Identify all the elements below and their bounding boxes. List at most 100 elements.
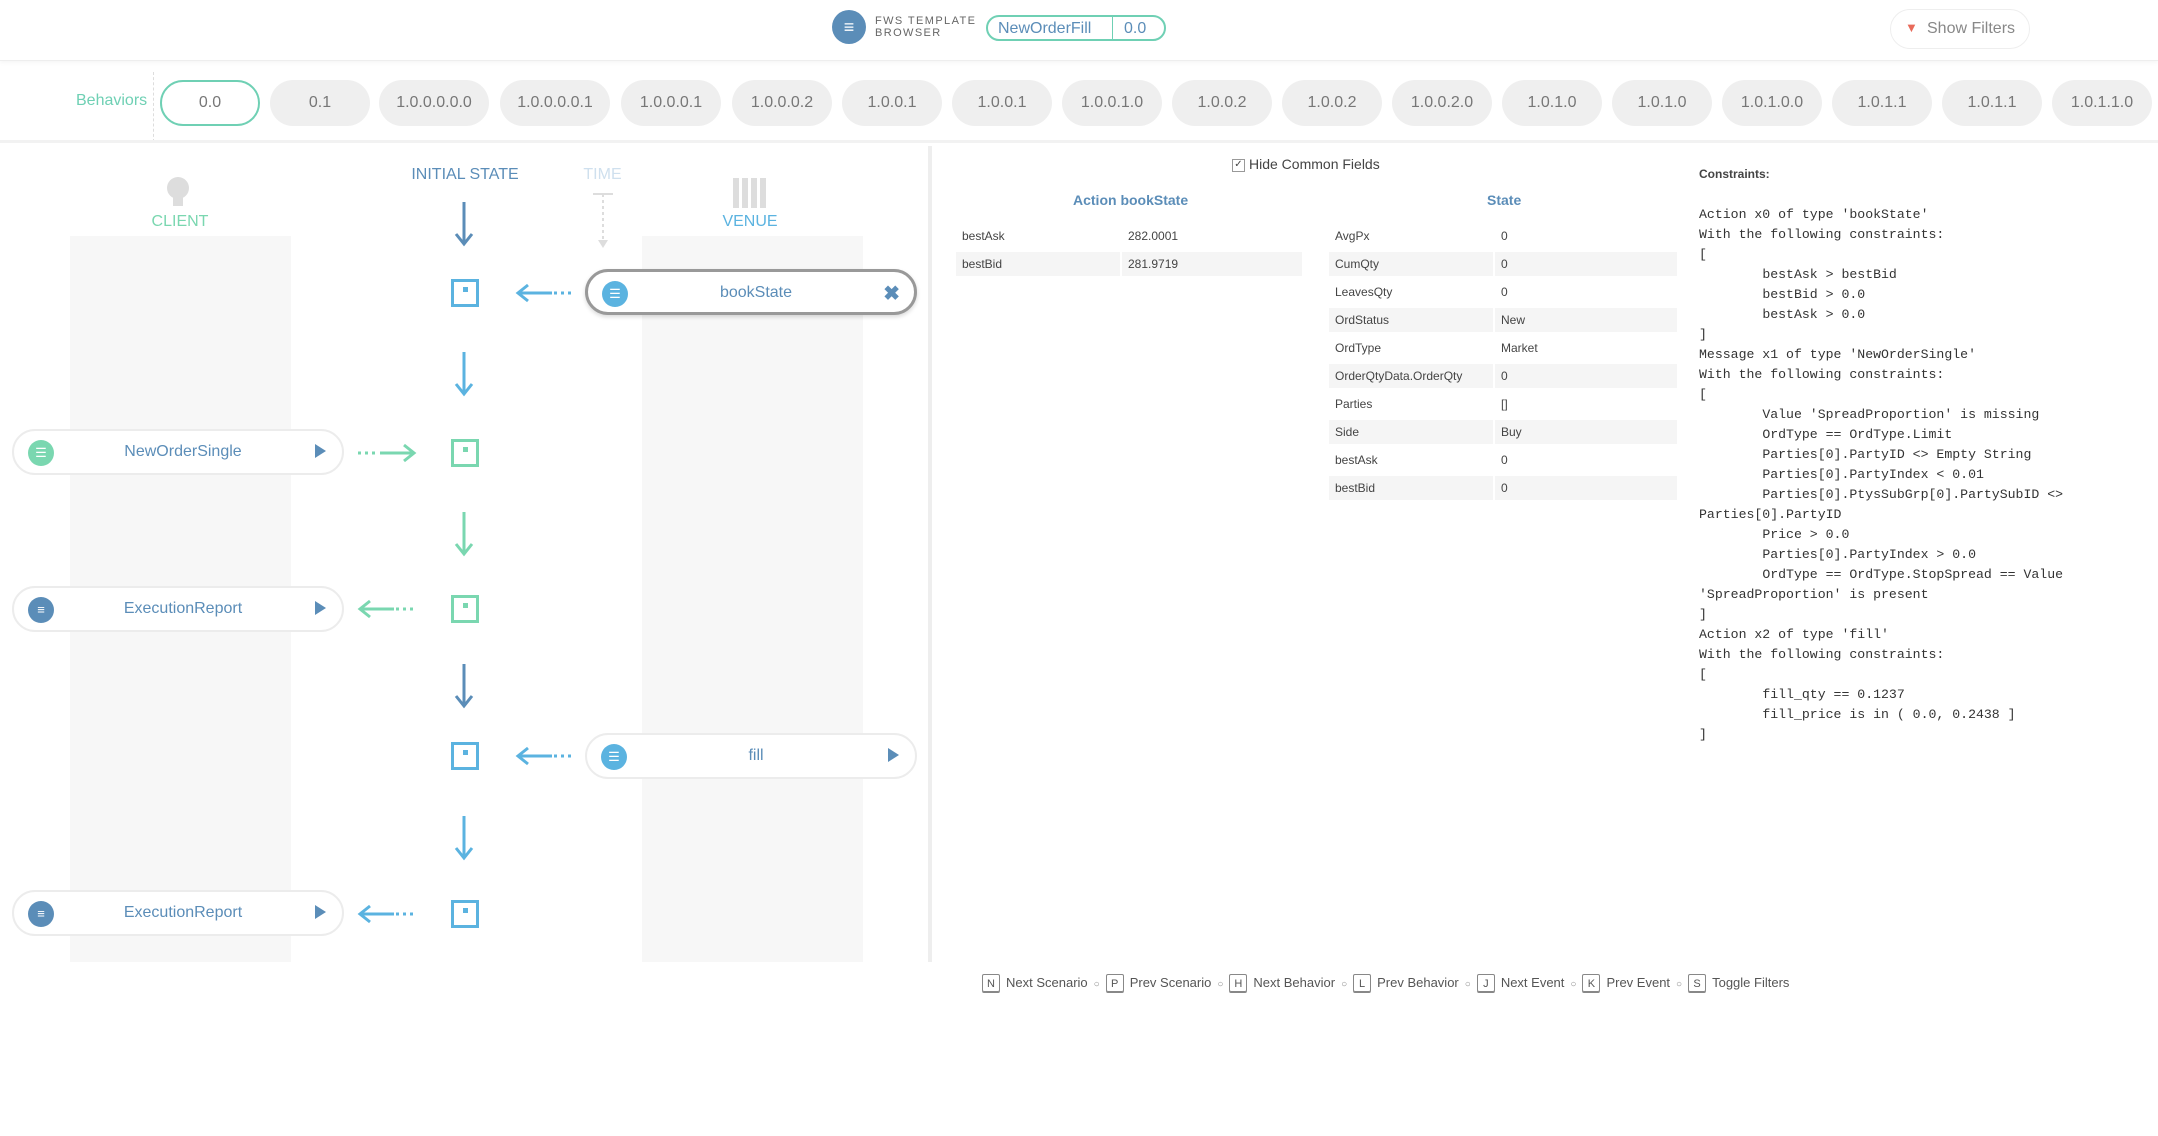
behavior-pill[interactable]: 1.0.0.1: [842, 80, 942, 126]
hide-common-label: Hide Common Fields: [1249, 156, 1380, 172]
arrow-left-icon: [357, 904, 416, 924]
behavior-pill[interactable]: 1.0.0.0.1: [621, 80, 721, 126]
state-node[interactable]: [451, 439, 479, 467]
venue-icon: [733, 178, 766, 208]
behavior-pill[interactable]: 1.0.0.2: [1282, 80, 1382, 126]
shortcut-separator-icon: ○: [1676, 979, 1683, 990]
shortcut-item: K Prev Event: [1582, 974, 1670, 992]
field-value: Buy: [1495, 420, 1677, 444]
state-node[interactable]: [451, 900, 479, 928]
event-fill[interactable]: ☰ fill: [585, 733, 917, 779]
state-node[interactable]: [451, 279, 479, 307]
behavior-pill[interactable]: 1.0.1.0: [1502, 80, 1602, 126]
behaviors-divider: [153, 72, 154, 142]
state-node[interactable]: [451, 742, 479, 770]
event-bookstate[interactable]: ☰ bookState ✖: [585, 269, 917, 315]
behavior-pill[interactable]: 1.0.0.2: [1172, 80, 1272, 126]
field-key: bestBid: [1329, 476, 1493, 500]
state-field-row: OrdStatus New: [1329, 308, 1677, 332]
shortcut-key: S: [1688, 974, 1707, 992]
event-name: fill: [748, 747, 764, 764]
behavior-pill[interactable]: 1.0.1.1: [1942, 80, 2042, 126]
field-value: []: [1501, 397, 1508, 411]
play-icon[interactable]: [315, 444, 326, 458]
list-icon: ≡: [28, 597, 54, 623]
shortcut-label: Next Scenario: [1006, 975, 1088, 990]
play-icon[interactable]: [315, 601, 326, 615]
template-name: NewOrderFill: [998, 20, 1092, 37]
event-executionreport[interactable]: ≡ ExecutionReport: [12, 586, 344, 632]
behavior-pill[interactable]: 0.1: [270, 80, 370, 126]
behavior-pill[interactable]: 1.0.0.1: [952, 80, 1052, 126]
field-value: New: [1495, 308, 1677, 332]
keyboard-shortcuts: N Next Scenario ○ P Prev Scenario ○ H Next Beha…: [982, 974, 1791, 992]
state-field-row: LeavesQty 0: [1329, 280, 1677, 304]
field-value: 0: [1495, 364, 1677, 388]
sliders-icon: ☰: [28, 440, 54, 466]
app-logo-icon: ≡: [832, 10, 866, 44]
shortcut-label: Next Event: [1500, 975, 1565, 990]
shortcut-item: H Next Behavior: [1229, 974, 1335, 992]
event-newordersingle[interactable]: ☰ NewOrderSingle: [12, 429, 344, 475]
behavior-pill[interactable]: 1.0.0.0.2: [732, 80, 832, 126]
show-filters-label: Show Filters: [1927, 20, 2016, 37]
field-value: 0: [1495, 476, 1677, 500]
sliders-icon: ☰: [602, 281, 628, 307]
state-field-row: CumQty 0: [1329, 252, 1677, 276]
behavior-pill[interactable]: 1.0.1.0: [1612, 80, 1712, 126]
section-divider: [0, 140, 2158, 143]
behavior-pill[interactable]: 1.0.1.1.0: [2052, 80, 2152, 126]
hide-common-fields-toggle[interactable]: ✓ Hide Common Fields: [1232, 156, 1380, 172]
behavior-pill[interactable]: 1.0.0.0.0.0: [379, 80, 489, 126]
state-node[interactable]: [451, 595, 479, 623]
shortcut-label: Toggle Filters: [1712, 975, 1790, 990]
play-icon[interactable]: [315, 905, 326, 919]
shortcut-separator-icon: ○: [1217, 979, 1224, 990]
show-filters-button[interactable]: ▼ Show Filters: [1890, 9, 2030, 49]
behavior-pill[interactable]: 1.0.0.1.0: [1062, 80, 1162, 126]
shortcut-item: J Next Event: [1476, 974, 1565, 992]
list-icon: ≡: [28, 901, 54, 927]
action-table-title: Action bookState: [1073, 192, 1189, 208]
state-field-row: Parties []: [1329, 392, 1677, 416]
shortcut-key: H: [1229, 974, 1248, 992]
shortcut-label: Prev Scenario: [1129, 975, 1212, 990]
behavior-pill[interactable]: 0.0: [160, 80, 260, 126]
field-key: LeavesQty: [1335, 285, 1393, 299]
client-lane-label: CLIENT: [151, 213, 209, 230]
panel-divider[interactable]: [928, 146, 932, 962]
field-key: OrdType: [1335, 341, 1382, 355]
field-key: Parties: [1335, 397, 1373, 411]
field-value: 0: [1501, 229, 1508, 243]
behaviors-label: Behaviors: [76, 92, 148, 109]
behavior-pill[interactable]: 1.0.1.0.0: [1722, 80, 1822, 126]
event-executionreport[interactable]: ≡ ExecutionReport: [12, 890, 344, 936]
action-field-row: bestAsk 282.0001: [956, 224, 1302, 248]
close-icon[interactable]: ✖: [883, 281, 900, 306]
filter-icon: ▼: [1905, 20, 1918, 35]
shortcut-separator-icon: ○: [1570, 979, 1577, 990]
field-key: AvgPx: [1335, 229, 1370, 243]
sequence-diagram: CLIENT INITIAL STATE TIME VENUE ☰ bookSt…: [0, 146, 928, 966]
behaviors-bar: Behaviors 0.0 0.1 1.0.0.0.0.0 1.0.0.0.0.1 1.…: [0, 72, 2158, 142]
arrow-down-icon: [454, 512, 474, 557]
arrow-down-icon: [454, 202, 474, 247]
event-name: bookState: [719, 284, 793, 301]
field-key: bestBid: [956, 252, 1120, 276]
play-icon[interactable]: [888, 748, 899, 762]
sliders-icon: ☰: [601, 744, 627, 770]
template-selector[interactable]: NewOrderFill 0.0: [986, 15, 1166, 41]
behavior-pill[interactable]: 1.0.1.1: [1832, 80, 1932, 126]
arrow-down-icon: [454, 816, 474, 861]
shortcut-separator-icon: ○: [1093, 979, 1100, 990]
behavior-pill[interactable]: 1.0.0.2.0: [1392, 80, 1492, 126]
behavior-pill[interactable]: 1.0.0.0.0.1: [500, 80, 610, 126]
shortcut-key: N: [982, 974, 1000, 992]
state-table-title: State: [1487, 192, 1522, 208]
checkbox[interactable]: ✓: [1232, 158, 1245, 172]
field-key: bestAsk: [1335, 453, 1378, 467]
shortcut-separator-icon: ○: [1341, 979, 1348, 990]
event-name: ExecutionReport: [123, 904, 243, 921]
state-field-row: bestAsk 0: [1329, 448, 1677, 472]
client-icon: [167, 177, 189, 206]
